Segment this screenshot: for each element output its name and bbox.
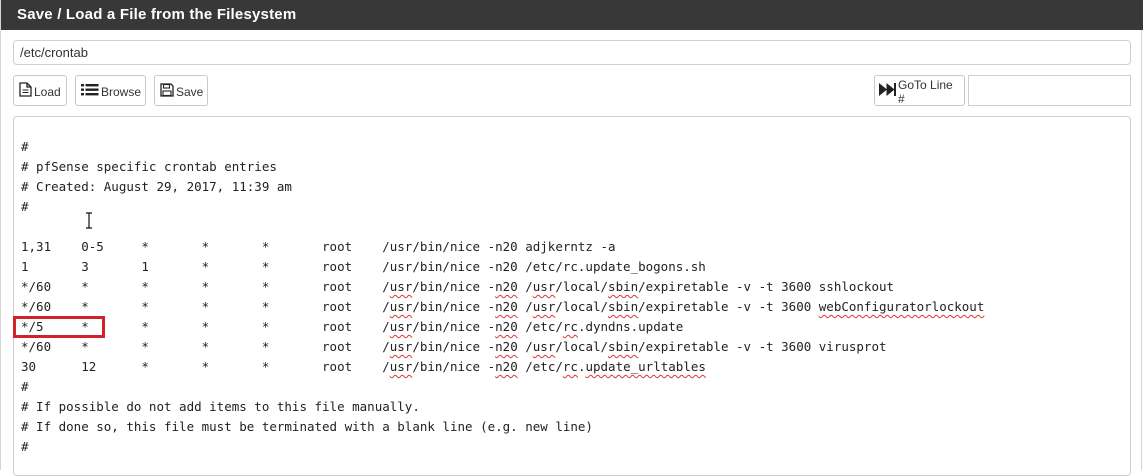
- goto-line-button[interactable]: GoTo Line #: [874, 75, 965, 106]
- code-line: #: [21, 439, 29, 454]
- load-button[interactable]: Load: [13, 75, 67, 106]
- panel-title: Save / Load a File from the Filesystem: [1, 0, 1143, 30]
- code-line: # pfSense specific crontab entries: [21, 159, 277, 174]
- file-path-input[interactable]: [13, 40, 1131, 65]
- browse-button[interactable]: Browse: [75, 75, 146, 106]
- code-line: #: [21, 379, 29, 394]
- code-line: */60 * * * * root /usr/bin/nice -n20 /us…: [21, 339, 887, 354]
- code-line: #: [21, 199, 29, 214]
- file-panel: Save / Load a File from the Filesystem L…: [0, 0, 1143, 476]
- code-line: 1,31 0-5 * * * root /usr/bin/nice -n20 a…: [21, 239, 616, 254]
- load-button-label: Load: [34, 84, 61, 99]
- browse-button-label: Browse: [101, 84, 142, 99]
- goto-line-button-label: GoTo Line #: [898, 77, 953, 106]
- code-line: 1 3 1 * * root /usr/bin/nice -n20 /etc/r…: [21, 259, 706, 274]
- code-line: # If done so, this file must be terminat…: [21, 419, 593, 434]
- code-line: #: [21, 139, 29, 154]
- list-icon: [81, 82, 99, 98]
- save-button-label: Save: [176, 84, 204, 99]
- file-icon: [19, 82, 32, 98]
- floppy-disk-icon: [160, 82, 174, 98]
- save-button[interactable]: Save: [154, 75, 208, 106]
- file-content-editor[interactable]: # # pfSense specific crontab entries # C…: [13, 116, 1131, 476]
- code-line: */60 * * * * root /usr/bin/nice -n20 /us…: [21, 279, 895, 294]
- code-line: */60 * * * * root /usr/bin/nice -n20 /us…: [21, 299, 985, 314]
- code-line: # If possible do not add items to this f…: [21, 399, 420, 414]
- code-line: */5 * * * * root /usr/bin/nice -n20 /etc…: [21, 319, 684, 334]
- code-line: # Created: August 29, 2017, 11:39 am: [21, 179, 292, 194]
- goto-line-input[interactable]: [968, 75, 1131, 106]
- fast-forward-icon: [879, 82, 896, 98]
- code-line: 30 12 * * * root /usr/bin/nice -n20 /etc…: [21, 359, 706, 374]
